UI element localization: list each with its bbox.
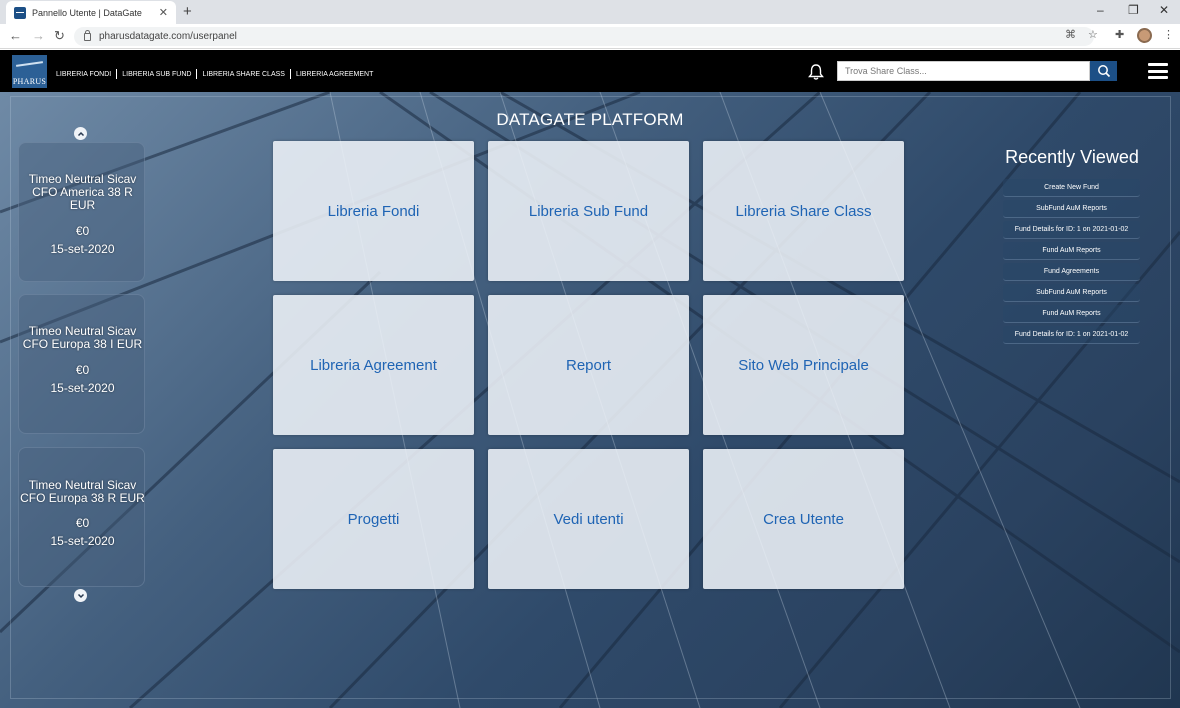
tile-label: Progetti bbox=[347, 510, 400, 528]
pharus-logo[interactable]: PHARUS bbox=[12, 55, 47, 88]
tile-report[interactable]: Report bbox=[488, 295, 689, 435]
tile-vedi-utenti[interactable]: Vedi utenti bbox=[488, 449, 689, 589]
fund-card[interactable]: Timeo Neutral Sicav CFO Europa 38 I EUR … bbox=[18, 294, 145, 434]
back-icon[interactable]: ← bbox=[9, 28, 22, 43]
close-window-icon[interactable]: ✕ bbox=[1159, 3, 1169, 17]
fund-date: 15-set-2020 bbox=[50, 534, 115, 548]
translate-icon[interactable]: ⌘ bbox=[1065, 28, 1076, 41]
search-button[interactable] bbox=[1090, 61, 1117, 81]
logo-text: PHARUS bbox=[12, 77, 47, 86]
browser-tab[interactable]: Pannello Utente | DataGate ✕ bbox=[6, 1, 176, 24]
tile-label: Vedi utenti bbox=[553, 510, 624, 528]
carousel-up-icon[interactable] bbox=[74, 127, 87, 140]
tile-libreria-sub-fund[interactable]: Libreria Sub Fund bbox=[488, 141, 689, 281]
nav-libreria-agreement[interactable]: LIBRERIA AGREEMENT bbox=[296, 71, 373, 78]
nav-libreria-sub-fund[interactable]: LIBRERIA SUB FUND bbox=[122, 71, 191, 78]
recent-item[interactable]: Create New Fund bbox=[1003, 179, 1140, 197]
fund-date: 15-set-2020 bbox=[50, 242, 115, 256]
nav-divider bbox=[116, 69, 118, 79]
recent-item[interactable]: Fund AuM Reports bbox=[1003, 242, 1140, 260]
fund-name: Timeo Neutral Sicav CFO America 38 R EUR bbox=[28, 172, 137, 212]
new-tab-icon[interactable]: + bbox=[183, 3, 192, 20]
carousel-down-icon[interactable] bbox=[74, 589, 87, 602]
tile-libreria-agreement[interactable]: Libreria Agreement bbox=[273, 295, 474, 435]
page-title: DATAGATE PLATFORM bbox=[496, 110, 684, 129]
fund-value: €0 bbox=[75, 224, 90, 238]
top-navigation: LIBRERIA FONDI LIBRERIA SUB FUND LIBRERI… bbox=[56, 69, 373, 79]
share-class-search-input[interactable] bbox=[837, 61, 1090, 81]
recent-item[interactable]: Fund AuM Reports bbox=[1003, 305, 1140, 323]
nav-libreria-fondi[interactable]: LIBRERIA FONDI bbox=[56, 71, 111, 78]
tile-libreria-fondi[interactable]: Libreria Fondi bbox=[273, 141, 474, 281]
search-icon bbox=[1097, 65, 1110, 78]
nav-libreria-share-class[interactable]: LIBRERIA SHARE CLASS bbox=[202, 71, 284, 78]
url-text: pharusdatagate.com/userpanel bbox=[99, 31, 237, 42]
fund-value: €0 bbox=[75, 363, 90, 377]
browser-toolbar: ← → ↻ pharusdatagate.com/userpanel ⌘ ☆ ✚… bbox=[0, 24, 1180, 49]
reload-icon[interactable]: ↻ bbox=[54, 28, 65, 44]
recently-viewed-title: Recently Viewed bbox=[1005, 147, 1139, 167]
fund-name: Timeo Neutral Sicav CFO Europa 38 I EUR bbox=[22, 324, 143, 351]
nav-divider bbox=[289, 69, 291, 79]
tile-progetti[interactable]: Progetti bbox=[273, 449, 474, 589]
restore-icon[interactable]: ❐ bbox=[1128, 3, 1139, 17]
profile-avatar[interactable] bbox=[1137, 28, 1152, 43]
fund-value: €0 bbox=[75, 516, 90, 530]
address-bar[interactable]: pharusdatagate.com/userpanel bbox=[74, 27, 1094, 46]
recent-item[interactable]: Fund Agreements bbox=[1003, 263, 1140, 281]
nav-divider bbox=[196, 69, 198, 79]
datagate-favicon-icon bbox=[14, 6, 26, 19]
browser-tabbar: Pannello Utente | DataGate ✕ + – ❐ ✕ bbox=[0, 0, 1180, 24]
notification-bell-icon[interactable] bbox=[807, 63, 825, 81]
tile-label: Libreria Fondi bbox=[327, 202, 420, 220]
extensions-icon[interactable]: ✚ bbox=[1115, 28, 1124, 41]
browser-menu-icon[interactable]: ⋮ bbox=[1163, 28, 1174, 41]
lock-icon bbox=[84, 29, 91, 41]
recent-item[interactable]: Fund Details for ID: 1 on 2021-01-02 bbox=[1003, 326, 1140, 344]
tile-sito-web-principale[interactable]: Sito Web Principale bbox=[703, 295, 904, 435]
minimize-icon[interactable]: – bbox=[1097, 3, 1104, 17]
recent-item[interactable]: Fund Details for ID: 1 on 2021-01-02 bbox=[1003, 221, 1140, 239]
fund-date: 15-set-2020 bbox=[50, 381, 115, 395]
tile-label: Sito Web Principale bbox=[738, 356, 869, 374]
hamburger-menu-icon[interactable] bbox=[1148, 63, 1168, 79]
tile-crea-utente[interactable]: Crea Utente bbox=[703, 449, 904, 589]
fund-card[interactable]: Timeo Neutral Sicav CFO Europa 38 R EUR … bbox=[18, 447, 145, 587]
tile-label: Libreria Sub Fund bbox=[528, 202, 649, 220]
tab-title: Pannello Utente | DataGate bbox=[32, 7, 142, 18]
tile-label: Libreria Agreement bbox=[310, 356, 437, 374]
recent-item[interactable]: SubFund AuM Reports bbox=[1003, 284, 1140, 302]
tile-label: Report bbox=[565, 356, 612, 374]
tile-libreria-share-class[interactable]: Libreria Share Class bbox=[703, 141, 904, 281]
forward-icon[interactable]: → bbox=[32, 28, 45, 43]
fund-card[interactable]: Timeo Neutral Sicav CFO America 38 R EUR… bbox=[18, 142, 145, 282]
bookmark-star-icon[interactable]: ☆ bbox=[1088, 28, 1098, 41]
close-tab-icon[interactable]: ✕ bbox=[159, 6, 168, 19]
recent-item[interactable]: SubFund AuM Reports bbox=[1003, 200, 1140, 218]
tile-label: Crea Utente bbox=[763, 510, 844, 528]
fund-name: Timeo Neutral Sicav CFO Europa 38 R EUR bbox=[20, 478, 145, 505]
tile-label: Libreria Share Class bbox=[735, 202, 872, 220]
